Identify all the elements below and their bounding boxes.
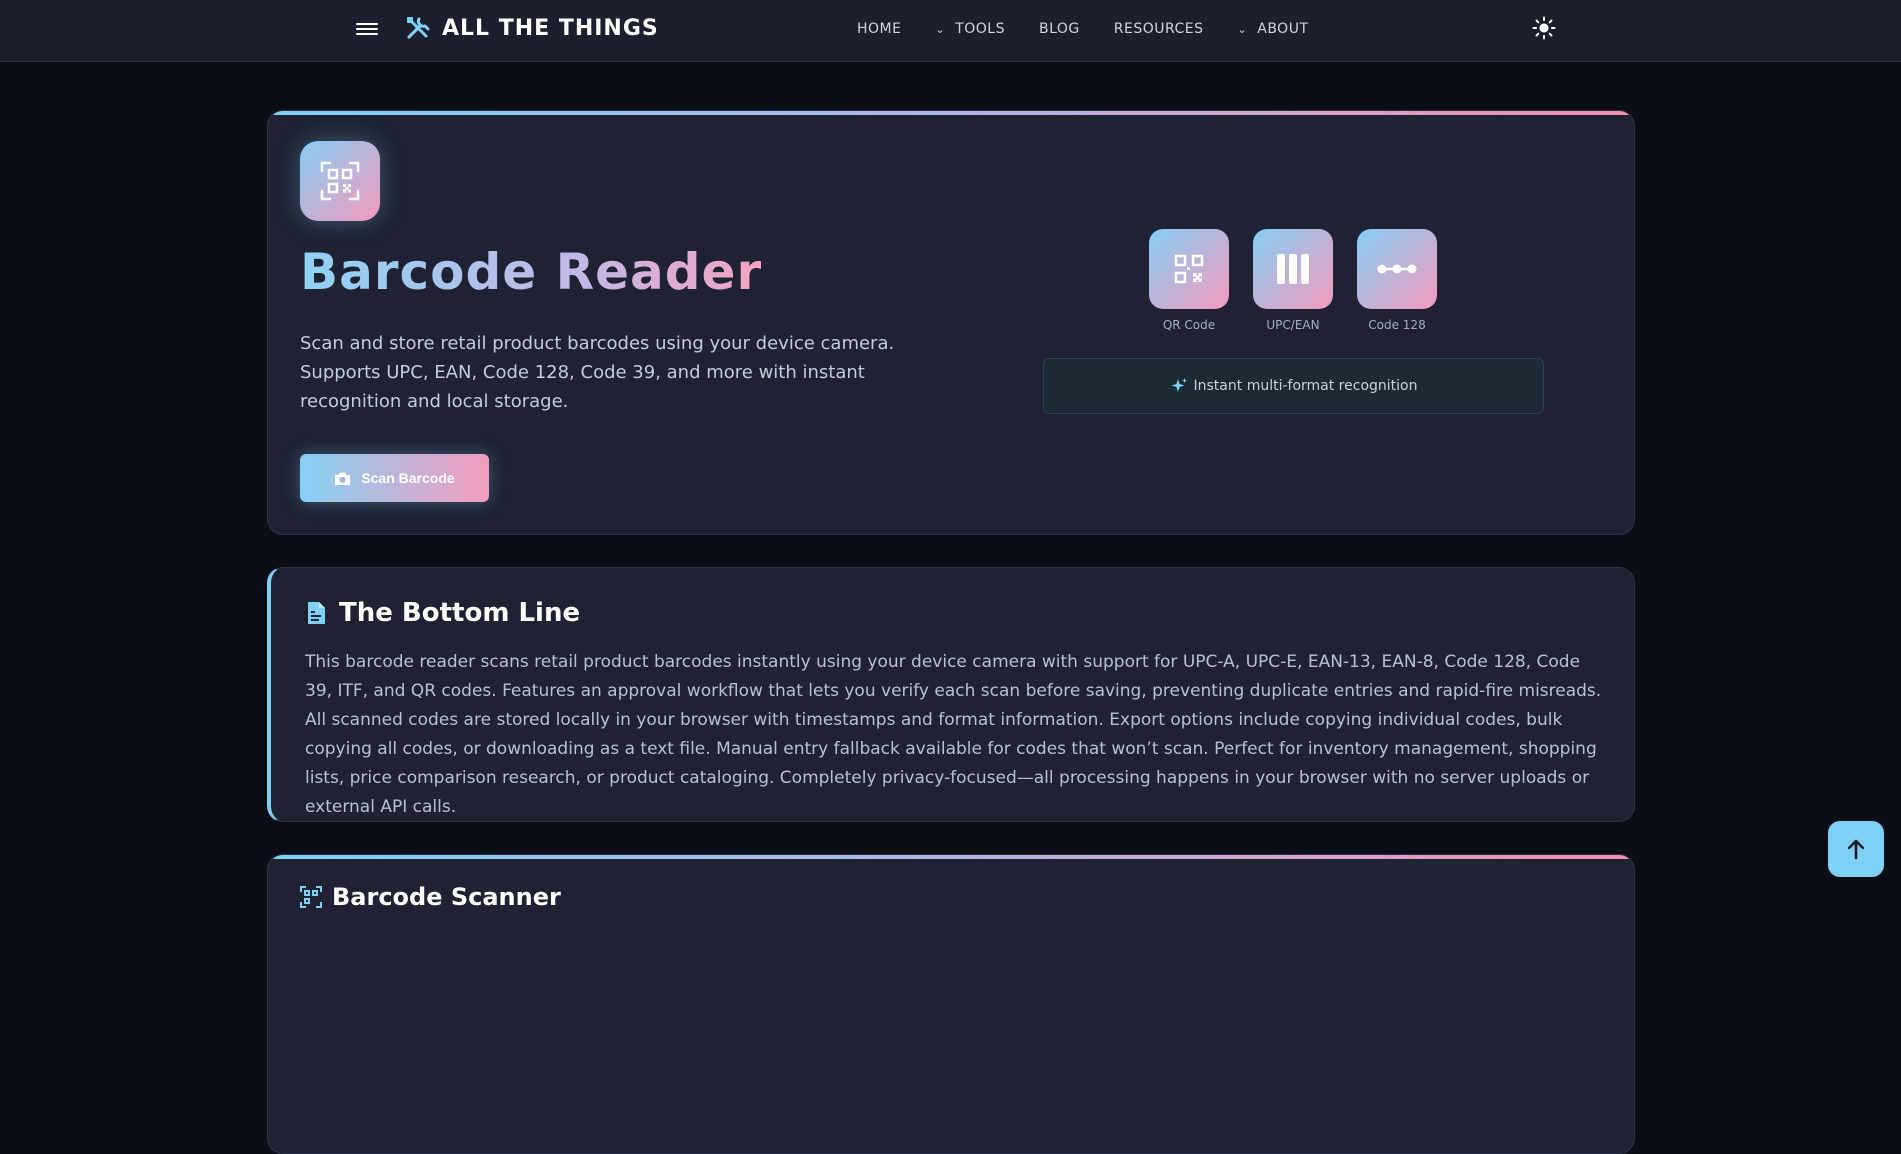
hero-qr-badge bbox=[300, 141, 380, 221]
barcode-icon bbox=[1277, 254, 1309, 284]
format-qr: QR Code bbox=[1149, 229, 1229, 332]
nav-about[interactable]: ⌄ ABOUT bbox=[1238, 21, 1309, 37]
format-icon-tile bbox=[1253, 229, 1333, 309]
barcode-scanner-card: Barcode Scanner bbox=[267, 854, 1635, 1154]
scan-barcode-label: Scan Barcode bbox=[361, 470, 455, 486]
qr-scan-icon bbox=[320, 161, 360, 201]
format-icon-tile bbox=[1357, 229, 1437, 309]
scan-barcode-button[interactable]: Scan Barcode bbox=[300, 454, 489, 502]
format-upc-ean: UPC/EAN bbox=[1253, 229, 1333, 332]
page-title: Barcode Reader bbox=[300, 243, 763, 301]
nav-tools-label: TOOLS bbox=[955, 21, 1005, 37]
tools-icon bbox=[407, 17, 430, 39]
chevron-down-icon: ⌄ bbox=[935, 22, 946, 36]
scanner-title: Barcode Scanner bbox=[332, 883, 561, 911]
arrow-up-icon bbox=[1847, 839, 1865, 860]
dots-line-icon bbox=[1377, 264, 1417, 274]
bottom-line-card: The Bottom Line This barcode reader scan… bbox=[267, 567, 1635, 822]
nav-resources[interactable]: RESOURCES bbox=[1114, 21, 1204, 37]
card-accent-bar bbox=[268, 855, 1634, 859]
qr-scan-icon bbox=[300, 886, 322, 908]
nav-home-label: HOME bbox=[857, 21, 902, 37]
brand-logo[interactable]: ALL THE THINGS bbox=[404, 14, 659, 42]
brand-name: ALL THE THINGS bbox=[442, 15, 659, 41]
hero-description: Scan and store retail product barcodes u… bbox=[300, 333, 895, 412]
nav-resources-label: RESOURCES bbox=[1113, 21, 1204, 37]
bottom-line-body: This barcode reader scans retail product… bbox=[305, 652, 1602, 817]
format-icon-tile bbox=[1149, 229, 1229, 309]
scanner-heading: Barcode Scanner bbox=[300, 883, 561, 911]
recognition-text: Instant multi-format recognition bbox=[1193, 378, 1418, 394]
qr-code-icon bbox=[1174, 254, 1204, 284]
sun-icon[interactable] bbox=[1532, 16, 1556, 40]
nav-home[interactable]: HOME bbox=[857, 21, 901, 37]
hamburger-icon[interactable] bbox=[356, 20, 378, 38]
nav-tools[interactable]: ⌄ TOOLS bbox=[935, 21, 1005, 37]
nav-about-label: ABOUT bbox=[1257, 21, 1309, 37]
format-label: UPC/EAN bbox=[1266, 318, 1320, 332]
format-code128: Code 128 bbox=[1357, 229, 1437, 332]
bottom-line-title: The Bottom Line bbox=[339, 598, 581, 628]
recognition-banner: Instant multi-format recognition bbox=[1043, 358, 1544, 414]
bottom-line-heading: The Bottom Line bbox=[305, 598, 580, 628]
chevron-down-icon: ⌄ bbox=[1237, 22, 1248, 36]
sparkles-icon bbox=[1171, 378, 1187, 392]
top-nav: ALL THE THINGS HOME ⌄ TOOLS BLOG RESOURC… bbox=[0, 0, 1901, 62]
document-icon bbox=[308, 602, 325, 624]
camera-icon bbox=[335, 472, 351, 485]
card-accent-bar bbox=[268, 111, 1634, 115]
scroll-to-top-button[interactable] bbox=[1828, 821, 1884, 877]
hero-card: Barcode Reader Scan and store retail pro… bbox=[267, 110, 1635, 535]
main-menu: HOME ⌄ TOOLS BLOG RESOURCES ⌄ ABOUT bbox=[857, 19, 1309, 39]
nav-blog-label: BLOG bbox=[1038, 21, 1080, 37]
format-label: Code 128 bbox=[1368, 318, 1426, 332]
nav-blog[interactable]: BLOG bbox=[1039, 21, 1080, 37]
format-label: QR Code bbox=[1162, 318, 1216, 332]
